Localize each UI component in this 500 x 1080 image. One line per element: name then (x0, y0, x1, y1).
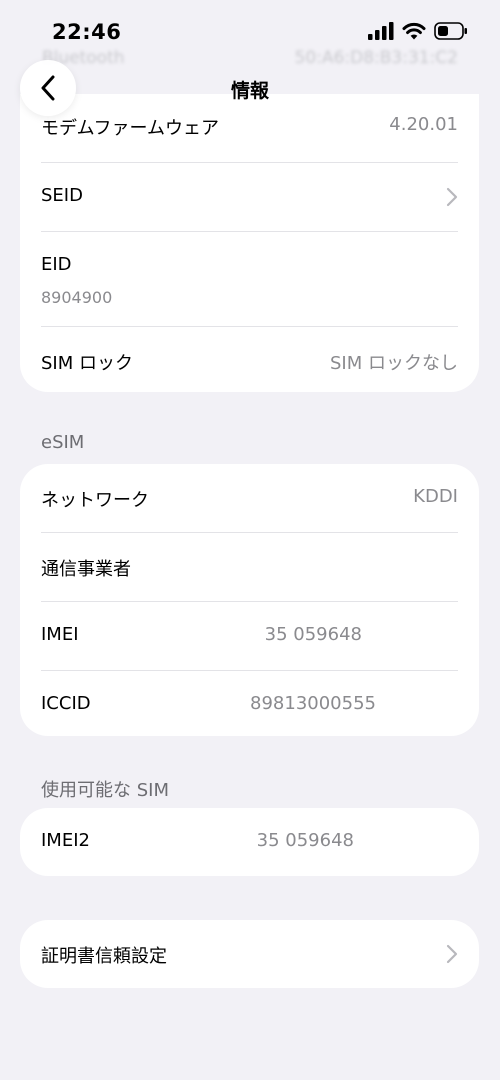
iccid-value: 89813000555 (250, 693, 376, 714)
network-label: ネットワーク (41, 490, 149, 511)
imei2-label: IMEI2 (41, 830, 90, 851)
status-bar: 22:46 (0, 0, 500, 60)
chevron-right-icon (446, 944, 458, 964)
chevron-right-icon (446, 187, 458, 207)
imei-value: 35 059648 (264, 624, 362, 645)
imei-row: IMEI 35 059648 (41, 602, 458, 671)
page-title: 情報 (230, 80, 269, 102)
seid-label: SEID (41, 185, 83, 206)
available-sim-section-title: 使用可能な SIM (41, 780, 169, 801)
eid-label: EID (41, 254, 72, 275)
network-value: KDDI (413, 486, 458, 507)
status-time: 22:46 (52, 20, 122, 44)
nav-bar: 情報 (0, 56, 500, 122)
esim-card: ネットワーク KDDI 通信事業者 IMEI 35 059648 ICCID 8… (20, 464, 479, 736)
available-sim-card: IMEI2 35 059648 (20, 808, 479, 876)
info-card: モデムファームウェア 4.20.01 SEID EID 8904900 SIM … (20, 94, 479, 392)
cert-trust-label: 証明書信頼設定 (41, 946, 167, 967)
cert-trust-row[interactable]: 証明書信頼設定 (41, 920, 458, 988)
carrier-label: 通信事業者 (41, 559, 131, 580)
wifi-icon (402, 22, 426, 40)
network-row: ネットワーク KDDI (41, 464, 458, 533)
sim-lock-value: SIM ロックなし (330, 353, 458, 374)
eid-value: 8904900 (41, 288, 113, 307)
imei2-row: IMEI2 35 059648 (41, 808, 458, 876)
carrier-row: 通信事業者 (41, 533, 458, 602)
imei2-value: 35 059648 (256, 830, 354, 851)
sim-lock-row: SIM ロック SIM ロックなし (41, 327, 458, 392)
sim-lock-label: SIM ロック (41, 353, 133, 374)
eid-row: EID 8904900 (41, 232, 458, 327)
iccid-row: ICCID 89813000555 (41, 671, 458, 736)
screen: 22:46 Bluetooth 50:A6:D8:B3:31:C2 情報 モデム… (0, 0, 500, 1080)
iccid-label: ICCID (41, 693, 91, 714)
status-icons (368, 22, 468, 40)
seid-row[interactable]: SEID (41, 163, 458, 232)
cellular-signal-icon (368, 22, 394, 40)
esim-section-title: eSIM (41, 432, 85, 453)
battery-icon (434, 22, 467, 40)
imei-label: IMEI (41, 624, 79, 645)
cert-trust-card: 証明書信頼設定 (20, 920, 479, 988)
